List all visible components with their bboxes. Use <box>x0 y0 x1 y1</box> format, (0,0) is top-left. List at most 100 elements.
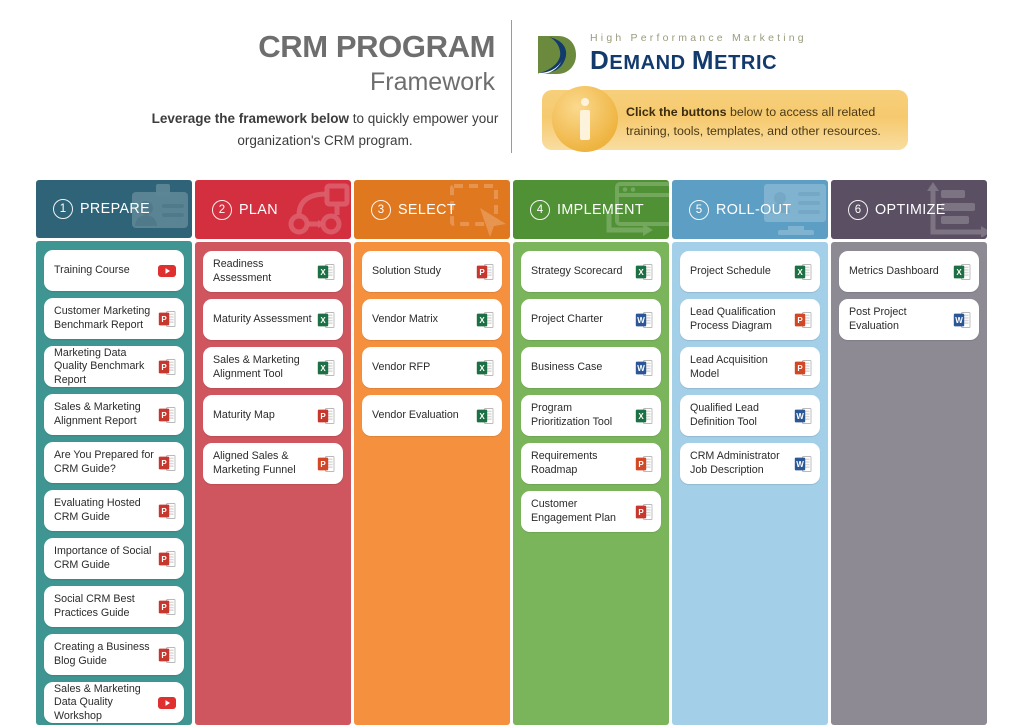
resource-label: Evaluating Hosted CRM Guide <box>54 497 141 523</box>
resource-label: Vendor Evaluation <box>372 408 459 421</box>
resource-label: Program Prioritization Tool <box>531 402 613 428</box>
resource-label: Customer Marketing Benchmark Report <box>54 305 151 331</box>
resource-card[interactable]: Aligned Sales & Marketing Funnel P <box>203 443 343 484</box>
process-flow-icon <box>285 182 351 237</box>
resource-card[interactable]: Customer Marketing Benchmark Report P <box>44 298 184 340</box>
powerpoint-file-icon: P <box>794 311 812 329</box>
excel-file-icon: X <box>317 311 335 329</box>
column-body-roll-out: Project Schedule X Lead Qualification Pr… <box>672 242 828 725</box>
resource-card[interactable]: Vendor Matrix X <box>362 299 502 340</box>
svg-text:X: X <box>638 267 644 276</box>
column-header-roll-out[interactable]: 5 ROLL-OUT <box>672 180 828 239</box>
resource-card[interactable]: Vendor Evaluation X <box>362 395 502 436</box>
resource-card[interactable]: Lead Qualification Process Diagram P <box>680 299 820 340</box>
column-number: 5 <box>689 199 709 220</box>
resource-card[interactable]: Qualified Lead Definition Tool W <box>680 395 820 436</box>
resource-label: Project Charter <box>531 312 603 325</box>
column-body-prepare: Training Course Customer Marketing Benchm… <box>36 241 192 725</box>
resource-label: Importance of Social CRM Guide <box>54 545 152 571</box>
resource-card[interactable]: Maturity Map P <box>203 395 343 436</box>
resource-card[interactable]: Importance of Social CRM Guide P <box>44 538 184 580</box>
resource-card[interactable]: Vendor RFP X <box>362 347 502 388</box>
column-title: IMPLEMENT <box>557 201 645 218</box>
resource-card[interactable]: Social CRM Best Practices Guide P <box>44 586 184 628</box>
resource-label: Project Schedule <box>690 264 771 277</box>
resource-label: Vendor Matrix <box>372 312 438 325</box>
resource-card[interactable]: Requirements Roadmap P <box>521 443 661 484</box>
svg-text:P: P <box>320 411 326 420</box>
svg-text:P: P <box>161 603 167 612</box>
resource-card[interactable]: Post Project Evaluation W <box>839 299 979 340</box>
column-title: PLAN <box>239 201 278 218</box>
resource-label: Vendor RFP <box>372 360 431 373</box>
resource-card[interactable]: Business Case W <box>521 347 661 388</box>
svg-text:W: W <box>637 363 645 372</box>
resource-card[interactable]: Metrics Dashboard X <box>839 251 979 292</box>
resource-card[interactable]: Sales & Marketing Alignment Tool X <box>203 347 343 388</box>
resource-card[interactable]: Customer Engagement Plan P <box>521 491 661 532</box>
svg-text:P: P <box>161 555 167 564</box>
column-header-prepare[interactable]: 1 PREPARE <box>36 180 192 239</box>
svg-text:X: X <box>638 411 644 420</box>
pdf-file-icon: P <box>158 598 176 616</box>
resource-label: Maturity Map <box>213 408 275 421</box>
pdf-file-icon: P <box>158 358 176 376</box>
info-icon <box>552 86 618 152</box>
column-body-plan: Readiness Assessment X Maturity Assessme… <box>195 242 351 725</box>
excel-file-icon: X <box>953 263 971 281</box>
column-header-select[interactable]: 3 SELECT <box>354 180 510 239</box>
resource-card[interactable]: Are You Prepared for CRM Guide? P <box>44 442 184 484</box>
word-file-icon: W <box>794 455 812 473</box>
excel-file-icon: X <box>476 407 494 425</box>
resource-label: Creating a Business Blog Guide <box>54 641 150 667</box>
column-body-optimize: Metrics Dashboard X Post Project Evaluat… <box>831 242 987 725</box>
resource-card[interactable]: Project Charter W <box>521 299 661 340</box>
resource-label: Lead Acquisition Model <box>690 354 768 380</box>
excel-file-icon: X <box>317 359 335 377</box>
resource-label: Readiness Assessment <box>213 258 272 284</box>
svg-text:W: W <box>637 315 645 324</box>
resource-card[interactable]: Strategy Scorecard X <box>521 251 661 292</box>
resource-card[interactable]: Lead Acquisition Model P <box>680 347 820 388</box>
pdf-file-icon: P <box>158 502 176 520</box>
resource-card[interactable]: Evaluating Hosted CRM Guide P <box>44 490 184 532</box>
crm-program-framework-page: CRM PROGRAM Framework Leverage the frame… <box>0 0 1024 725</box>
excel-file-icon: X <box>476 359 494 377</box>
resource-card[interactable]: Project Schedule X <box>680 251 820 292</box>
resource-card[interactable]: Solution Study P <box>362 251 502 292</box>
resource-card[interactable]: Sales & Marketing Alignment Report P <box>44 394 184 436</box>
resource-label: Requirements Roadmap <box>531 450 598 476</box>
pdf-file-icon: P <box>158 646 176 664</box>
column-header-implement[interactable]: 4 IMPLEMENT <box>513 180 669 239</box>
resource-card[interactable]: Training Course <box>44 250 184 292</box>
resource-card[interactable]: CRM Administrator Job Description W <box>680 443 820 484</box>
pdf-file-icon: P <box>158 550 176 568</box>
resource-card[interactable]: Sales & Marketing Data Quality Workshop <box>44 682 184 724</box>
logo-emand: EMAND <box>609 52 692 74</box>
resource-label: Metrics Dashboard <box>849 264 939 277</box>
svg-text:P: P <box>638 459 644 468</box>
resource-card[interactable]: Maturity Assessment X <box>203 299 343 340</box>
column-number: 6 <box>848 199 868 220</box>
column-header-plan[interactable]: 2 PLAN <box>195 180 351 239</box>
column-title: OPTIMIZE <box>875 201 946 218</box>
resource-card[interactable]: Program Prioritization Tool X <box>521 395 661 436</box>
svg-text:P: P <box>161 315 167 324</box>
word-file-icon: W <box>794 407 812 425</box>
column-header-optimize[interactable]: 6 OPTIMIZE <box>831 180 987 239</box>
excel-file-icon: X <box>794 263 812 281</box>
svg-text:P: P <box>161 507 167 516</box>
resource-card[interactable]: Readiness Assessment X <box>203 251 343 292</box>
resource-card[interactable]: Creating a Business Blog Guide P <box>44 634 184 676</box>
column-select: 3 SELECT Solution Study P Vendor Matrix X … <box>354 180 510 725</box>
excel-file-icon: X <box>635 407 653 425</box>
powerpoint-file-icon: P <box>317 455 335 473</box>
logo-m: M <box>691 45 715 75</box>
svg-text:X: X <box>797 267 803 276</box>
resource-card[interactable]: Marketing Data Quality Benchmark Report … <box>44 346 184 388</box>
info-icon-dot <box>581 98 589 106</box>
column-body-implement: Strategy Scorecard X Project Charter W B… <box>513 242 669 725</box>
pdf-file-icon: P <box>158 406 176 424</box>
pdf-file-icon: P <box>476 263 494 281</box>
column-title: ROLL-OUT <box>716 201 792 218</box>
